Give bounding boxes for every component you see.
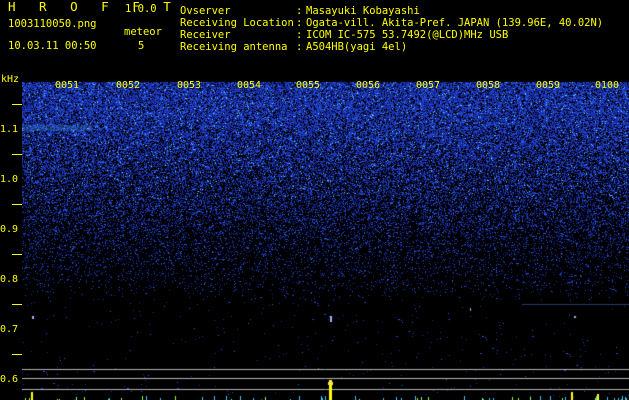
y-tick-label: 0.8 [0,274,19,285]
file-datetime: 10.03.11 00:50 [8,40,97,52]
info-separator: : [296,29,303,41]
y-tick-mark [12,354,22,355]
meteor-label: meteor [124,26,162,38]
spectrogram-canvas [22,80,629,400]
y-tick-label: 0.9 [0,224,19,235]
info-separator: : [296,5,303,17]
file-name: 1003110050.png [8,18,97,30]
info-label-receiver: Receiver [180,29,231,41]
x-tick-label: 0056 [356,80,381,91]
y-tick-mark [12,104,22,105]
y-tick-mark [12,254,22,255]
info-separator: : [296,41,303,53]
y-axis-unit: kHz [1,74,20,85]
y-tick-mark [12,204,22,205]
info-label-antenna: Receiving antenna [180,41,288,53]
info-value-location: Ogata-vill. Akita-Pref. JAPAN (139.96E, … [306,17,604,29]
meteor-count: 5 [138,40,145,52]
y-tick-label: 1.0 [0,174,19,185]
info-value-antenna: A504HB(yagi 4el) [306,41,408,53]
y-tick-mark [12,154,22,155]
info-value-receiver: ICOM IC-575 53.7492(@LCD)MHz USB [306,29,509,41]
info-label-location: Receiving Location [180,17,294,29]
x-tick-label: 0051 [55,80,80,91]
y-tick-label: 1.1 [0,124,19,135]
x-tick-label: 0055 [296,80,321,91]
x-tick-label: 0059 [536,80,561,91]
app-version: 1.0.0 [125,3,157,15]
y-tick-label: 0.7 [0,324,19,335]
info-value-observer: Masayuki Kobayashi [306,5,420,17]
x-tick-label: 0100 [595,80,620,91]
x-tick-label: 0052 [116,80,141,91]
x-tick-label: 0058 [476,80,501,91]
y-tick-mark [12,304,22,305]
info-label-observer: Ovserver [180,5,231,17]
x-tick-label: 0053 [177,80,202,91]
info-separator: : [296,17,303,29]
y-tick-label: 0.6 [0,374,19,385]
x-tick-label: 0057 [416,80,441,91]
header-panel: H R O F F T 1.0.0 1003110050.png 10.03.1… [0,0,629,80]
x-tick-label: 0054 [237,80,262,91]
